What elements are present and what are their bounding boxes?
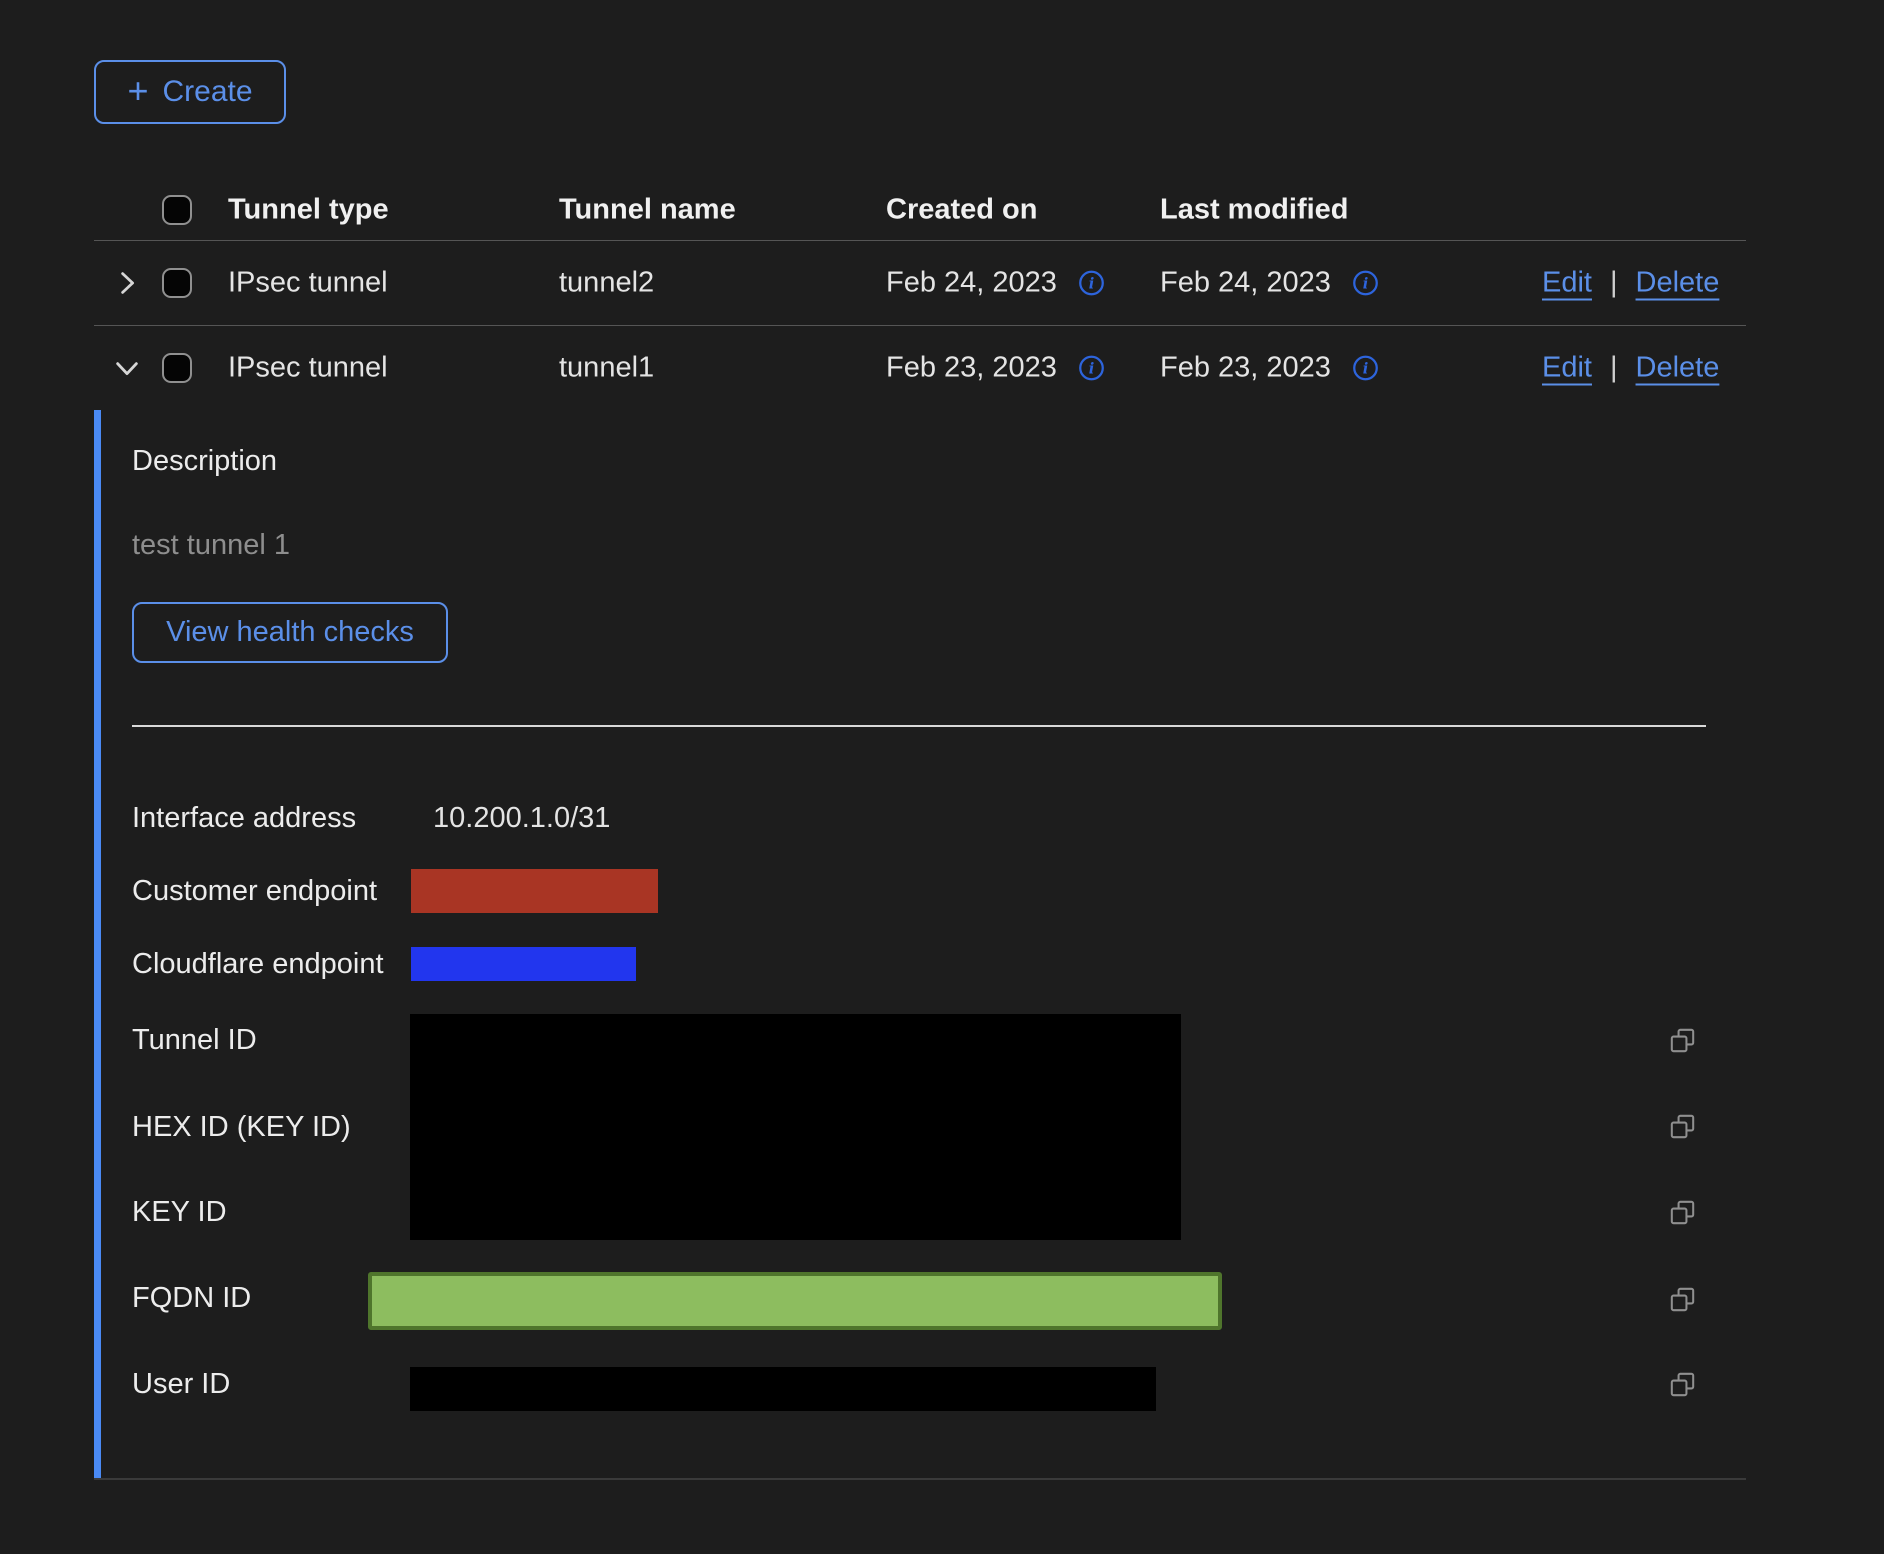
customer-endpoint-redacted-value	[411, 869, 658, 913]
create-button-label: Create	[162, 75, 252, 109]
row-checkbox[interactable]	[162, 353, 192, 383]
interface-address-value: 10.200.1.0/31	[433, 802, 610, 834]
table-header: Tunnel type Tunnel name Created on Last …	[94, 180, 1746, 241]
description-value: test tunnel 1	[132, 529, 290, 561]
collapse-chevron-down-icon[interactable]	[110, 351, 144, 385]
tunnel-name-value: tunnel2	[559, 267, 654, 300]
column-header-created-on: Created on	[886, 194, 1037, 227]
expanded-row-indicator-bar	[94, 410, 101, 1478]
tunnel-name-value: tunnel1	[559, 352, 654, 385]
copy-hex-id-icon[interactable]	[1669, 1113, 1696, 1140]
ids-redacted-value	[410, 1014, 1181, 1240]
created-on-value: Feb 24, 2023	[886, 267, 1057, 300]
created-on-value: Feb 23, 2023	[886, 352, 1057, 385]
user-id-redacted-value	[410, 1367, 1156, 1411]
copy-fqdn-id-icon[interactable]	[1669, 1286, 1696, 1313]
tunnel-type-value: IPsec tunnel	[228, 267, 388, 300]
copy-key-id-icon[interactable]	[1669, 1199, 1696, 1226]
user-id-label: User ID	[132, 1368, 230, 1400]
column-header-tunnel-name: Tunnel name	[559, 194, 736, 227]
interface-address-label: Interface address	[132, 802, 356, 834]
last-modified-info-icon[interactable]: i	[1352, 270, 1379, 297]
description-label: Description	[132, 445, 277, 477]
hex-id-label: HEX ID (KEY ID)	[132, 1111, 351, 1143]
cloudflare-endpoint-redacted-value	[411, 947, 636, 981]
created-on-info-icon[interactable]: i	[1078, 270, 1105, 297]
tunnel-type-value: IPsec tunnel	[228, 352, 388, 385]
copy-user-id-icon[interactable]	[1669, 1371, 1696, 1398]
table-row-tunnel1: IPsec tunnel tunnel1 Feb 23, 2023 i Feb …	[94, 326, 1746, 410]
delete-link[interactable]: Delete	[1636, 267, 1720, 300]
view-health-checks-button[interactable]: View health checks	[132, 602, 448, 663]
section-divider	[132, 725, 1706, 727]
svg-text:i: i	[1089, 361, 1095, 378]
cloudflare-endpoint-label: Cloudflare endpoint	[132, 948, 384, 980]
row-checkbox[interactable]	[162, 268, 192, 298]
svg-text:i: i	[1363, 276, 1369, 293]
ipsec-tunnels-page: + Create Tunnel type Tunnel name Created…	[0, 0, 1884, 1554]
svg-text:i: i	[1089, 276, 1095, 293]
delete-link[interactable]: Delete	[1636, 352, 1720, 385]
customer-endpoint-label: Customer endpoint	[132, 875, 377, 907]
column-header-tunnel-type: Tunnel type	[228, 194, 389, 227]
last-modified-value: Feb 24, 2023	[1160, 267, 1331, 300]
select-all-checkbox[interactable]	[162, 195, 192, 225]
expanded-details-panel: Description test tunnel 1 View health ch…	[94, 410, 1746, 1480]
create-button[interactable]: + Create	[94, 60, 286, 124]
edit-link[interactable]: Edit	[1542, 352, 1592, 385]
actions-separator: |	[1610, 352, 1618, 385]
row-actions: Edit | Delete	[1542, 267, 1719, 300]
svg-text:i: i	[1363, 361, 1369, 378]
tunnel-id-label: Tunnel ID	[132, 1024, 257, 1056]
column-header-last-modified: Last modified	[1160, 194, 1349, 227]
key-id-label: KEY ID	[132, 1196, 227, 1228]
actions-separator: |	[1610, 267, 1618, 300]
table-row-tunnel2: IPsec tunnel tunnel2 Feb 24, 2023 i Feb …	[94, 241, 1746, 326]
fqdn-id-label: FQDN ID	[132, 1282, 251, 1314]
last-modified-info-icon[interactable]: i	[1352, 355, 1379, 382]
copy-tunnel-id-icon[interactable]	[1669, 1027, 1696, 1054]
edit-link[interactable]: Edit	[1542, 267, 1592, 300]
expand-chevron-right-icon[interactable]	[110, 266, 144, 300]
last-modified-value: Feb 23, 2023	[1160, 352, 1331, 385]
plus-icon: +	[127, 73, 148, 109]
fqdn-id-redacted-value	[368, 1272, 1222, 1330]
created-on-info-icon[interactable]: i	[1078, 355, 1105, 382]
row-actions: Edit | Delete	[1542, 352, 1719, 385]
